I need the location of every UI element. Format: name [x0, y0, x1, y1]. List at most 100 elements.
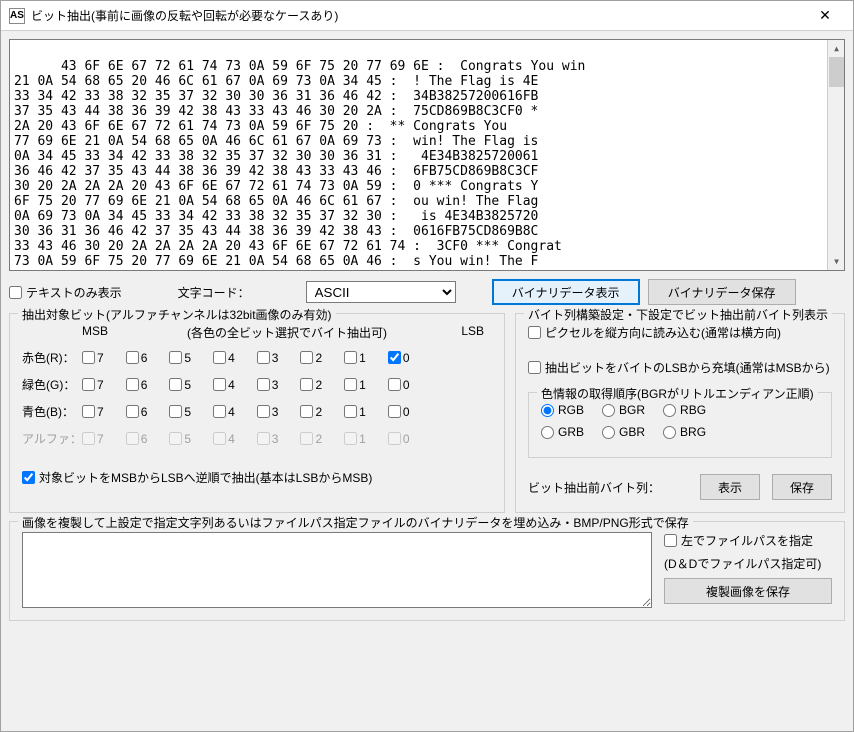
bit-number-label: 0: [403, 378, 410, 392]
bit-input[interactable]: [82, 378, 95, 391]
color-order-radio[interactable]: [663, 426, 676, 439]
color-order-brg[interactable]: BRG: [663, 425, 706, 439]
filepath-input[interactable]: [664, 534, 677, 547]
bit-input[interactable]: [169, 378, 182, 391]
bit-input[interactable]: [257, 378, 270, 391]
bit-checkbox-7[interactable]: 7: [82, 351, 104, 365]
text-only-checkbox[interactable]: テキストのみ表示: [9, 284, 122, 301]
hex-output[interactable]: 43 6F 6E 67 72 61 74 73 0A 59 6F 75 20 7…: [9, 39, 845, 271]
save-dup-button[interactable]: 複製画像を保存: [664, 578, 832, 604]
color-order-bgr[interactable]: BGR: [602, 403, 645, 417]
close-button[interactable]: ✕: [805, 2, 845, 30]
bits-mid-label: (各色の全ビット選択でバイト抽出可): [142, 324, 432, 341]
scroll-down-icon[interactable]: ▼: [828, 253, 845, 270]
bit-input[interactable]: [344, 351, 357, 364]
bit-checkbox-5[interactable]: 5: [169, 378, 191, 392]
bit-checkbox-4[interactable]: 4: [213, 351, 235, 365]
fill-lsb-input[interactable]: [528, 361, 541, 374]
bit-input[interactable]: [169, 405, 182, 418]
bit-checkbox-0[interactable]: 0: [388, 378, 410, 392]
bit-checkbox-4[interactable]: 4: [213, 378, 235, 392]
color-order-radio[interactable]: [541, 426, 554, 439]
color-order-radio[interactable]: [541, 404, 554, 417]
filepath-label: 左でファイルパスを指定: [681, 532, 813, 549]
bit-checkbox-2[interactable]: 2: [300, 378, 322, 392]
color-order-radio[interactable]: [602, 426, 615, 439]
fill-lsb-checkbox[interactable]: 抽出ビットをバイトのLSBから充填(通常はMSBから): [528, 359, 832, 376]
bit-number-label: 5: [184, 351, 191, 365]
bit-input: [213, 432, 226, 445]
bit-input[interactable]: [126, 351, 139, 364]
bit-checkbox-7[interactable]: 7: [82, 378, 104, 392]
bit-checkbox-3[interactable]: 3: [257, 378, 279, 392]
bit-checkbox-6[interactable]: 6: [126, 378, 148, 392]
bit-input[interactable]: [82, 351, 95, 364]
read-vertical-input[interactable]: [528, 326, 541, 339]
settings-row: 抽出対象ビット(アルファチャンネルは32bit画像のみ有効) MSB (各色の全…: [9, 313, 845, 513]
reverse-order-input[interactable]: [22, 471, 35, 484]
bit-checkbox-2[interactable]: 2: [300, 351, 322, 365]
color-order-gbr[interactable]: GBR: [602, 425, 645, 439]
bit-checkbox-6[interactable]: 6: [126, 405, 148, 419]
bit-checkbox-1[interactable]: 1: [344, 405, 366, 419]
vertical-scrollbar[interactable]: ▲ ▼: [827, 40, 844, 270]
save-binary-button[interactable]: バイナリデータ保存: [648, 279, 796, 305]
bit-checkbox-1[interactable]: 1: [344, 351, 366, 365]
bit-input[interactable]: [257, 351, 270, 364]
bit-input[interactable]: [300, 405, 313, 418]
encoding-select[interactable]: ASCII: [306, 281, 456, 303]
bit-input[interactable]: [82, 405, 95, 418]
bit-checkbox-6[interactable]: 6: [126, 351, 148, 365]
reverse-order-checkbox[interactable]: 対象ビットをMSBからLSBへ逆順で抽出(基本はLSBからMSB): [22, 469, 372, 486]
filepath-checkbox[interactable]: 左でファイルパスを指定: [664, 532, 832, 549]
color-order-radio[interactable]: [663, 404, 676, 417]
bit-input[interactable]: [126, 405, 139, 418]
bit-input[interactable]: [388, 405, 401, 418]
color-order-rgb[interactable]: RGB: [541, 403, 584, 417]
read-vertical-checkbox[interactable]: ピクセルを縦方向に読み込む(通常は横方向): [528, 324, 832, 341]
bit-input[interactable]: [126, 378, 139, 391]
bit-checkbox-7[interactable]: 7: [82, 405, 104, 419]
color-order-grb[interactable]: GRB: [541, 425, 584, 439]
bits-group-title: 抽出対象ビット(アルファチャンネルは32bit画像のみ有効): [18, 306, 336, 323]
bits-group: 抽出対象ビット(アルファチャンネルは32bit画像のみ有効) MSB (各色の全…: [9, 313, 505, 513]
bit-input[interactable]: [300, 378, 313, 391]
bit-checkbox-4[interactable]: 4: [213, 405, 235, 419]
byte-group: バイト列構築設定・下設定でビット抽出前バイト列表示 ピクセルを縦方向に読み込む(…: [515, 313, 845, 513]
reverse-order-label: 対象ビットをMSBからLSBへ逆順で抽出(基本はLSBからMSB): [39, 469, 372, 486]
bit-input[interactable]: [388, 351, 401, 364]
bit-checkbox-1[interactable]: 1: [344, 378, 366, 392]
bit-checkbox-5[interactable]: 5: [169, 351, 191, 365]
bit-checkbox-3[interactable]: 3: [257, 405, 279, 419]
bit-input: [388, 432, 401, 445]
save-bytes-button[interactable]: 保存: [772, 474, 832, 500]
bit-row: アルファ：76543210: [22, 430, 492, 447]
show-binary-button[interactable]: バイナリデータ表示: [492, 279, 640, 305]
bit-checkbox-5[interactable]: 5: [169, 405, 191, 419]
color-order-label: GRB: [558, 425, 584, 439]
bit-input[interactable]: [257, 405, 270, 418]
bit-checkbox-3[interactable]: 3: [257, 351, 279, 365]
bit-input: [257, 432, 270, 445]
text-only-input[interactable]: [9, 286, 22, 299]
bit-checkbox-0[interactable]: 0: [388, 405, 410, 419]
color-order-radio[interactable]: [602, 404, 615, 417]
bit-input[interactable]: [300, 351, 313, 364]
bit-input[interactable]: [169, 351, 182, 364]
bit-input[interactable]: [213, 405, 226, 418]
bit-input[interactable]: [344, 405, 357, 418]
scroll-thumb[interactable]: [829, 57, 844, 87]
bit-checkbox-0[interactable]: 0: [388, 351, 410, 365]
bit-input[interactable]: [344, 378, 357, 391]
color-order-rbg[interactable]: RBG: [663, 403, 706, 417]
bit-input[interactable]: [213, 351, 226, 364]
bit-number-label: 4: [228, 405, 235, 419]
bit-input[interactable]: [213, 378, 226, 391]
show-bytes-button[interactable]: 表示: [700, 474, 760, 500]
bit-number-label: 0: [403, 351, 410, 365]
bit-input[interactable]: [388, 378, 401, 391]
scroll-up-icon[interactable]: ▲: [828, 40, 845, 57]
bit-checkbox-2[interactable]: 2: [300, 405, 322, 419]
embed-textarea[interactable]: [22, 532, 652, 608]
window-title: ビット抽出(事前に画像の反転や回転が必要なケースあり): [31, 7, 805, 24]
